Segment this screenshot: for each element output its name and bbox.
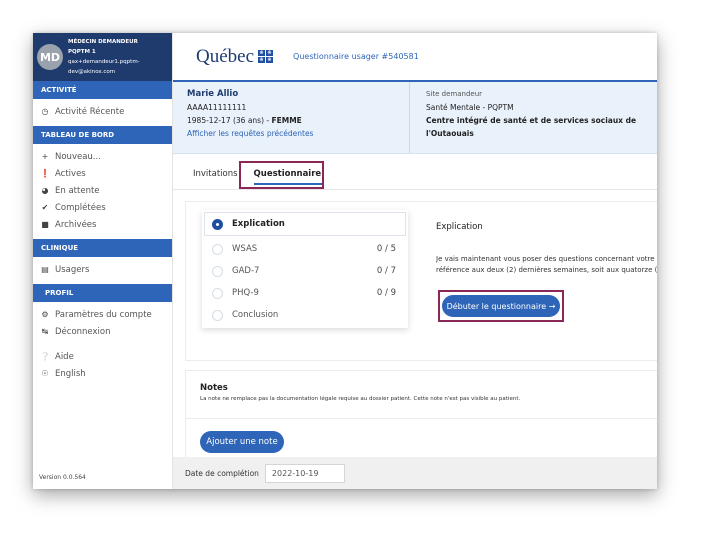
- version-label: Version 0.0.564: [39, 474, 86, 481]
- globe-icon: ☉: [41, 369, 49, 378]
- quebec-logo[interactable]: Québec ❋ ❋ ❋ ❋: [196, 45, 274, 68]
- gear-icon: ⚙: [41, 310, 49, 319]
- help-icon: ❔: [40, 352, 50, 361]
- sidebar-item-label: Nouveau...: [55, 151, 101, 162]
- plus-icon: +: [41, 152, 49, 161]
- radio-selected-icon: [212, 218, 223, 230]
- main-content: Québec ❋ ❋ ❋ ❋ Questionnaire usager #540581…: [173, 33, 657, 489]
- folder-icon: ■: [41, 220, 49, 229]
- radio-icon: [212, 243, 223, 255]
- step-score: 0 / 7: [376, 266, 396, 276]
- site-name: Santé Mentale - PQPTM: [426, 103, 514, 112]
- center-name-1: Centre intégré de santé et de services s…: [426, 116, 637, 125]
- step-list: Explication WSAS 0 / 5 GAD-7 0 / 7 PHQ-9…: [202, 210, 408, 328]
- completion-date-field[interactable]: 2022-10-19: [264, 463, 345, 483]
- sidebar-item-label: Déconnexion: [55, 326, 111, 337]
- site-label: Site demandeur: [426, 90, 483, 98]
- sidebar-item-label: Actives: [55, 168, 86, 179]
- questionnaire-panel: Explication WSAS 0 / 5 GAD-7 0 / 7 PHQ-9…: [185, 201, 657, 361]
- clock-icon: ◷: [41, 107, 49, 116]
- notes-section: Notes La note ne remplace pas la documen…: [185, 370, 657, 458]
- step-score: 0 / 5: [376, 244, 396, 254]
- sidebar-item-label: Paramètres du compte: [55, 309, 152, 320]
- user-info: MÉDECIN DEMANDEUR PQPTM 1 qax+demandeur1…: [68, 37, 140, 77]
- brand-text: Québec: [196, 45, 255, 67]
- step-label: Conclusion: [232, 310, 279, 320]
- sidebar-item-logout[interactable]: ↹ Déconnexion: [33, 323, 172, 340]
- logout-icon: ↹: [41, 327, 49, 336]
- sidebar-item-label: English: [55, 368, 86, 379]
- sidebar-item-archived[interactable]: ■ Archivées: [33, 216, 172, 233]
- user-email-1: qax+demandeur1.pqptm-: [68, 59, 140, 65]
- radio-icon: [212, 265, 223, 277]
- sidebar-item-account-settings[interactable]: ⚙ Paramètres du compte: [33, 306, 172, 323]
- tab-invitations[interactable]: Invitations: [193, 169, 246, 189]
- explanation-section: Explication Je vais maintenant vous pose…: [436, 222, 657, 322]
- sidebar-item-label: Aide: [55, 351, 74, 362]
- start-questionnaire-button[interactable]: Débuter le questionnaire →: [442, 295, 560, 317]
- divider: [186, 418, 657, 419]
- add-note-button[interactable]: Ajouter une note: [200, 431, 284, 453]
- avatar: MD: [37, 44, 63, 70]
- sidebar-item-help[interactable]: ❔ Aide: [33, 348, 172, 365]
- section-clinic: CLINIQUE: [33, 239, 172, 257]
- radio-icon: [212, 287, 223, 299]
- questionnaire-title: Questionnaire usager #540581: [293, 52, 419, 61]
- sidebar-item-label: Activité Récente: [55, 106, 125, 117]
- user-role: MÉDECIN DEMANDEUR: [68, 39, 138, 45]
- start-button-highlight-box: Débuter le questionnaire →: [438, 290, 564, 322]
- tab-bar: Invitations Questionnaire: [173, 154, 657, 190]
- step-conclusion[interactable]: Conclusion: [202, 304, 408, 326]
- sidebar-item-active[interactable]: ❗ Actives: [33, 165, 172, 182]
- explanation-title: Explication: [436, 222, 483, 232]
- radio-icon: [212, 309, 223, 321]
- section-activity: ACTIVITÉ: [33, 81, 172, 99]
- patient-banner: Marie Allio AAAA11111111 1985-12-17 (36 …: [173, 82, 657, 154]
- completion-date-label: Date de complétion: [185, 468, 259, 478]
- alert-icon: ❗: [40, 169, 50, 178]
- explanation-text: Je vais maintenant vous poser des questi…: [436, 255, 657, 274]
- step-label: WSAS: [232, 244, 258, 254]
- user-org: PQPTM 1: [68, 49, 96, 55]
- patient-id: AAAA11111111: [187, 103, 247, 112]
- step-wsas[interactable]: WSAS 0 / 5: [202, 238, 408, 260]
- pending-icon: ◕: [41, 186, 49, 195]
- sidebar-item-new[interactable]: + Nouveau...: [33, 148, 172, 165]
- section-dashboard: TABLEAU DE BORD: [33, 126, 172, 144]
- user-card[interactable]: MD MÉDECIN DEMANDEUR PQPTM 1 qax+demande…: [33, 33, 172, 81]
- step-phq9[interactable]: PHQ-9 0 / 9: [202, 282, 408, 304]
- sidebar-item-pending[interactable]: ◕ En attente: [33, 182, 172, 199]
- step-explication[interactable]: Explication: [204, 212, 406, 236]
- step-label: PHQ-9: [232, 288, 259, 298]
- users-icon: ▤: [41, 265, 49, 274]
- step-label: Explication: [232, 219, 285, 229]
- sidebar-item-label: Usagers: [55, 264, 90, 275]
- sidebar-item-recent-activity[interactable]: ◷ Activité Récente: [33, 103, 172, 120]
- sidebar: MD MÉDECIN DEMANDEUR PQPTM 1 qax+demande…: [33, 33, 173, 489]
- notes-subtitle: La note ne remplace pas la documentation…: [200, 396, 521, 402]
- user-email-2: dev@akinox.com: [68, 69, 116, 75]
- footer-bar: Date de complétion 2022-10-19: [173, 457, 657, 489]
- step-gad7[interactable]: GAD-7 0 / 7: [202, 260, 408, 282]
- sidebar-item-users[interactable]: ▤ Usagers: [33, 261, 172, 278]
- patient-sex: FEMME: [271, 116, 302, 125]
- tab-highlight-box: [239, 161, 324, 189]
- history-link[interactable]: Afficher les requêtes précédentes: [187, 127, 409, 140]
- sidebar-item-language[interactable]: ☉ English: [33, 365, 172, 382]
- sidebar-item-label: En attente: [55, 185, 100, 196]
- fleurdelise-icon: ❋ ❋ ❋ ❋: [258, 50, 274, 63]
- section-profile: PROFIL: [33, 284, 172, 302]
- step-label: GAD-7: [232, 266, 260, 276]
- center-name-2: l'Outaouais: [426, 129, 474, 138]
- patient-name: Marie Allio: [187, 89, 239, 99]
- notes-title: Notes: [200, 383, 228, 393]
- sidebar-item-label: Archivées: [55, 219, 97, 230]
- check-icon: ✔: [41, 203, 49, 212]
- patient-dob: 1985-12-17 (36 ans) - FEMME: [187, 116, 302, 125]
- sidebar-item-label: Complétées: [55, 202, 106, 213]
- sidebar-item-completed[interactable]: ✔ Complétées: [33, 199, 172, 216]
- top-bar: Québec ❋ ❋ ❋ ❋ Questionnaire usager #540581: [173, 33, 657, 82]
- app-window: MD MÉDECIN DEMANDEUR PQPTM 1 qax+demande…: [33, 33, 657, 489]
- step-score: 0 / 9: [376, 288, 396, 298]
